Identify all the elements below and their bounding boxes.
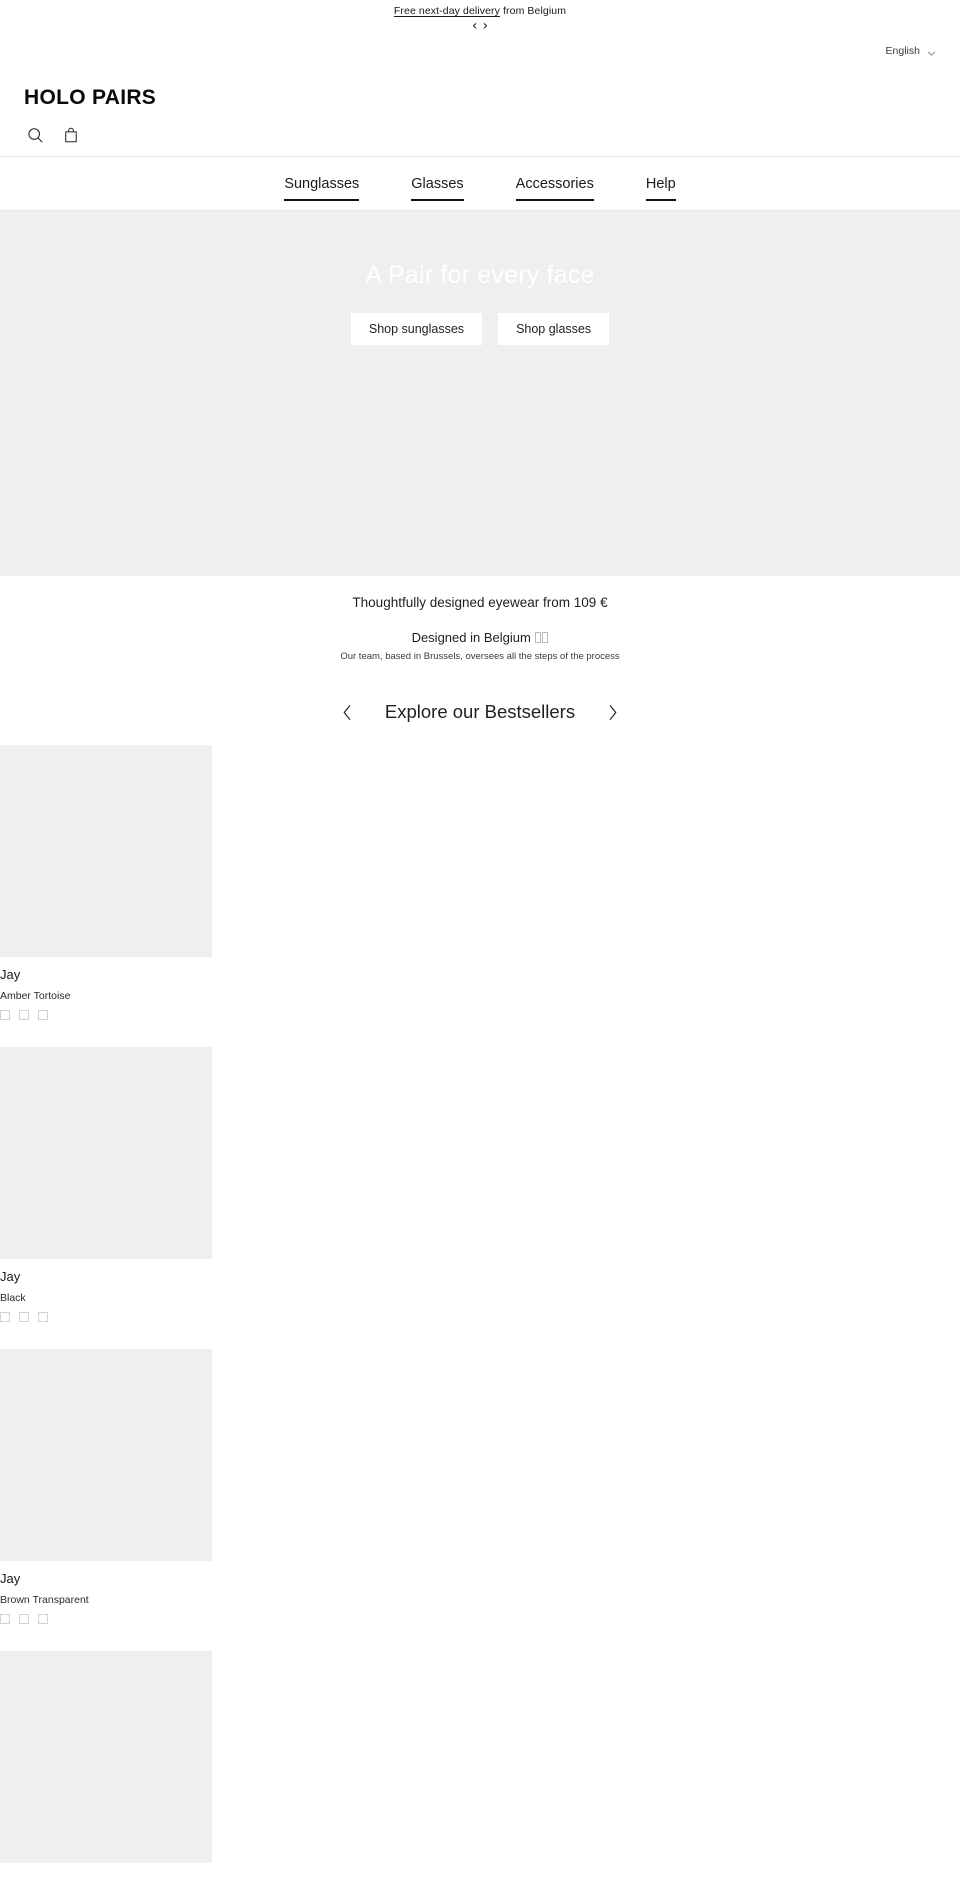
announcement-text: Free next-day delivery from Belgium (0, 4, 960, 18)
nav-item-sunglasses[interactable]: Sunglasses (258, 157, 385, 211)
chevron-down-icon (927, 49, 936, 58)
language-selector[interactable]: English (886, 45, 936, 57)
shopping-bag-icon[interactable] (60, 124, 82, 146)
color-swatch[interactable] (38, 1010, 48, 1020)
product-name: Jay (0, 1269, 21, 1284)
nav-item-label: Sunglasses (284, 175, 360, 192)
product-image-placeholder (0, 1651, 212, 1863)
product-name: Jay (0, 967, 21, 982)
product-card[interactable]: Jay Brown Transparent (0, 1349, 212, 1624)
bestsellers-header: Explore our Bestsellers (0, 697, 960, 727)
language-row: English (0, 45, 960, 67)
nav-item-glasses[interactable]: Glasses (385, 157, 489, 211)
header-icon-group (24, 124, 936, 146)
site-header: HOLO PAIRS (0, 67, 960, 157)
color-swatch[interactable] (38, 1312, 48, 1322)
bestsellers-product-list: Jay Amber Tortoise Jay Black Jay Brown T… (0, 727, 960, 1863)
nav-active-underline (515, 198, 594, 201)
nav-active-underline (284, 198, 360, 201)
product-image-placeholder (0, 1047, 212, 1259)
product-swatch-group (0, 1312, 212, 1322)
value-headline: Thoughtfully designed eyewear from 109 € (352, 595, 608, 610)
nav-active-underline (411, 198, 464, 201)
announcement-carousel-controls: ‹ › (0, 19, 960, 33)
product-image-placeholder (0, 745, 212, 957)
product-name: Jay (0, 1571, 21, 1586)
search-icon[interactable] (24, 124, 46, 146)
chevron-left-icon[interactable] (339, 701, 357, 723)
chevron-left-icon[interactable]: ‹ (472, 19, 478, 33)
nav-item-accessories[interactable]: Accessories (490, 157, 620, 211)
product-card[interactable] (0, 1651, 212, 1863)
value-proposition-section: Thoughtfully designed eyewear from 109 €… (0, 576, 960, 664)
nav-item-label: Accessories (515, 175, 594, 192)
color-swatch[interactable] (19, 1010, 29, 1020)
shop-sunglasses-button[interactable]: Shop sunglasses (350, 313, 483, 345)
value-block-title: Designed in Belgium (0, 629, 960, 647)
nav-active-underline (645, 198, 676, 201)
announcement-rest: from Belgium (500, 5, 567, 17)
belgium-flag-icon (534, 629, 549, 647)
announcement-link[interactable]: Free next-day delivery (394, 5, 500, 17)
main-navigation: Sunglasses Glasses Accessories Help (0, 157, 960, 211)
color-swatch[interactable] (38, 1614, 48, 1624)
color-swatch[interactable] (0, 1010, 10, 1020)
product-variant: Amber Tortoise (0, 990, 71, 1002)
nav-item-help[interactable]: Help (620, 157, 702, 211)
value-block-subtitle: Our team, based in Brussels, oversees al… (340, 651, 620, 662)
shop-glasses-button[interactable]: Shop glasses (498, 313, 610, 345)
chevron-right-icon[interactable] (603, 701, 621, 723)
color-swatch[interactable] (0, 1312, 10, 1322)
color-swatch[interactable] (0, 1614, 10, 1624)
value-block-belgium: Designed in Belgium Our team, based in B… (0, 629, 960, 664)
product-image-placeholder (0, 1349, 212, 1561)
product-variant: Black (0, 1292, 26, 1304)
product-variant: Brown Transparent (0, 1594, 89, 1606)
nav-item-label: Help (645, 175, 676, 192)
site-logo[interactable]: HOLO PAIRS (24, 67, 936, 111)
chevron-right-icon[interactable]: › (483, 19, 489, 33)
hero-headline: A Pair for every face (365, 261, 595, 289)
product-swatch-group (0, 1010, 212, 1020)
nav-item-label: Glasses (411, 175, 464, 192)
announcement-bar: Free next-day delivery from Belgium ‹ › (0, 0, 960, 45)
product-card[interactable]: Jay Amber Tortoise (0, 745, 212, 1020)
language-selector-label: English (885, 45, 920, 57)
hero-banner: A Pair for every face Shop sunglasses Sh… (0, 211, 960, 576)
color-swatch[interactable] (19, 1312, 29, 1322)
product-swatch-group (0, 1614, 212, 1624)
product-card[interactable]: Jay Black (0, 1047, 212, 1322)
hero-button-group: Shop sunglasses Shop glasses (0, 313, 960, 345)
value-block-title-text: Designed in Belgium (411, 630, 531, 645)
bestsellers-section: Explore our Bestsellers Jay Amber Tortoi… (0, 664, 960, 1863)
color-swatch[interactable] (19, 1614, 29, 1624)
bestsellers-title: Explore our Bestsellers (384, 701, 576, 722)
